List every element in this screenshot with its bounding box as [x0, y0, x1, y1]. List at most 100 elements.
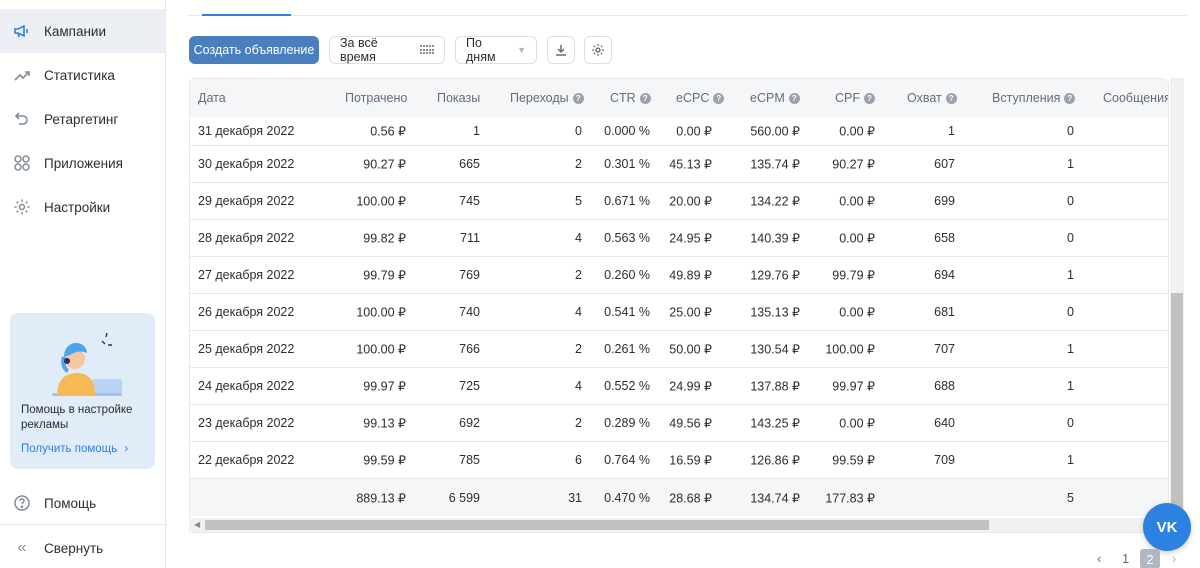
cell-joins: 1 — [1067, 453, 1074, 467]
table-row: 28 декабря 2022 99.82 ₽ 711 4 0.563 % 24.95 ₽… — [190, 220, 1168, 257]
calendar-dots-icon — [420, 45, 434, 55]
horizontal-scrollbar[interactable]: ◀ — [189, 518, 1169, 532]
pagination-prev-button[interactable]: ‹ — [1097, 551, 1101, 566]
cell-joins: 5 — [1067, 490, 1074, 505]
stats-table: Дата Потрачено Показы Переходы? CTR? eCP… — [189, 78, 1169, 533]
sidebar-item-help[interactable]: Помощь — [0, 481, 165, 525]
sidebar-item-retargeting[interactable]: Ретаргетинг — [0, 97, 165, 141]
table-total-row: 889.13 ₽ 6 599 31 0.470 % 28.68 ₽ 134.74 ₽ 177… — [190, 479, 1168, 516]
cell-ctr: 0.764 % — [604, 453, 650, 467]
column-header-label: eCPM — [750, 91, 785, 105]
table-row: 31 декабря 2022 0.56 ₽ 1 0 0.000 % 0.00 ₽ 560.… — [190, 117, 1168, 146]
get-help-link[interactable]: Получить помощь › — [21, 443, 128, 455]
column-header-cpf[interactable]: CPF? — [835, 91, 875, 105]
help-icon[interactable]: ? — [1064, 92, 1076, 104]
horizontal-scrollbar-thumb[interactable] — [205, 520, 989, 530]
column-header-label: eCPC — [676, 91, 710, 105]
table-row: 23 декабря 2022 99.13 ₽ 692 2 0.289 % 49.56 ₽… — [190, 405, 1168, 442]
cell-impressions: 665 — [459, 157, 480, 171]
cell-date: 26 декабря 2022 — [198, 305, 295, 319]
cell-ecpc: 16.59 ₽ — [669, 453, 712, 468]
help-icon[interactable]: ? — [788, 92, 800, 104]
column-header-ctr[interactable]: CTR? — [610, 91, 651, 105]
cell-ecpc: 49.56 ₽ — [669, 416, 712, 431]
cell-spent: 99.82 ₽ — [363, 231, 406, 246]
cell-cpf: 0.00 ₽ — [839, 305, 875, 320]
help-card-title: Помощь в настройке рекламы — [21, 404, 133, 431]
cell-clicks: 0 — [575, 124, 582, 138]
pagination-page-1[interactable]: 1 — [1122, 551, 1129, 566]
pagination-page-2[interactable]: 2 — [1140, 549, 1160, 568]
column-header-ecpm[interactable]: eCPM? — [750, 91, 800, 105]
sidebar-collapse-button[interactable]: « Свернуть — [0, 526, 165, 568]
cell-spent: 889.13 ₽ — [356, 491, 406, 505]
cell-spent: 99.97 ₽ — [363, 379, 406, 394]
column-header-reach[interactable]: Охват? — [907, 91, 957, 105]
table-row: 29 декабря 2022 100.00 ₽ 745 5 0.671 % 20.00 … — [190, 183, 1168, 220]
active-tab-indicator — [202, 14, 291, 16]
cell-impressions: 692 — [459, 416, 480, 430]
sidebar-item-statistics[interactable]: Статистика — [0, 53, 165, 97]
apps-grid-icon — [12, 153, 32, 173]
cell-cpf: 100.00 ₽ — [825, 342, 875, 357]
download-button[interactable] — [547, 36, 575, 64]
sidebar-nav: Кампании Статистика Ретаргетинг Приложен… — [0, 9, 165, 229]
cell-ecpc: 24.99 ₽ — [669, 379, 712, 394]
cell-reach: 699 — [934, 194, 955, 208]
column-header-messages[interactable]: Сообщения — [1103, 91, 1168, 105]
cell-clicks: 2 — [575, 416, 582, 430]
cell-ecpm: 140.39 ₽ — [750, 231, 800, 246]
megaphone-icon — [12, 21, 32, 41]
cell-cpf: 99.97 ₽ — [832, 379, 875, 394]
cell-date: 31 декабря 2022 — [198, 124, 295, 138]
support-illustration-icon — [52, 332, 122, 396]
create-ad-button[interactable]: Создать объявление — [189, 36, 319, 64]
cell-ecpc: 20.00 ₽ — [669, 194, 712, 209]
period-select-label: За всё время — [340, 36, 378, 64]
cell-ctr: 0.289 % — [604, 416, 650, 430]
cell-joins: 0 — [1067, 231, 1074, 245]
column-header-label: Вступления — [992, 91, 1061, 105]
cell-ctr: 0.000 % — [604, 124, 650, 138]
column-header-impressions[interactable]: Показы — [437, 91, 480, 105]
vk-chat-button[interactable]: VK — [1143, 503, 1191, 551]
cell-date: 29 декабря 2022 — [198, 194, 295, 208]
cell-clicks: 2 — [575, 342, 582, 356]
scroll-left-arrow-icon[interactable]: ◀ — [194, 520, 200, 529]
column-header-clicks[interactable]: Переходы? — [510, 91, 584, 105]
table-row: 27 декабря 2022 99.79 ₽ 769 2 0.260 % 49.89 ₽… — [190, 257, 1168, 294]
sidebar-item-campaigns[interactable]: Кампании — [0, 9, 165, 53]
cell-impressions: 740 — [459, 305, 480, 319]
column-header-spent[interactable]: Потрачено — [345, 91, 407, 105]
cell-spent: 99.59 ₽ — [363, 453, 406, 468]
grouping-select[interactable]: По дням ▼ — [455, 36, 537, 64]
column-header-ecpc[interactable]: eCPC? — [676, 91, 725, 105]
cell-cpf: 0.00 ₽ — [839, 416, 875, 431]
help-icon[interactable]: ? — [639, 92, 651, 104]
double-chevron-left-icon: « — [17, 539, 27, 556]
sidebar-item-label: Настройки — [44, 199, 111, 215]
cell-ecpm: 560.00 ₽ — [750, 124, 800, 139]
cell-reach: 707 — [934, 342, 955, 356]
cell-ecpm: 143.25 ₽ — [750, 416, 800, 431]
help-icon[interactable]: ? — [572, 92, 584, 104]
cell-reach: 688 — [934, 379, 955, 393]
vertical-scrollbar[interactable] — [1170, 78, 1184, 518]
vertical-scrollbar-thumb[interactable] — [1171, 293, 1183, 518]
sidebar-item-label: Приложения — [44, 155, 123, 171]
column-header-joins[interactable]: Вступления? — [992, 91, 1076, 105]
period-select[interactable]: За всё время — [329, 36, 445, 64]
cell-spent: 100.00 ₽ — [356, 305, 406, 320]
help-icon[interactable]: ? — [713, 92, 725, 104]
sidebar-item-settings[interactable]: Настройки — [0, 185, 165, 229]
help-icon[interactable]: ? — [864, 92, 875, 104]
cell-ecpm: 134.74 ₽ — [750, 491, 800, 505]
sidebar: Кампании Статистика Ретаргетинг Приложен… — [0, 0, 166, 568]
cell-ecpc: 24.95 ₽ — [669, 231, 712, 246]
sidebar-item-apps[interactable]: Приложения — [0, 141, 165, 185]
table-settings-button[interactable] — [584, 36, 612, 64]
help-icon[interactable]: ? — [945, 92, 957, 104]
cell-ecpc: 28.68 ₽ — [669, 491, 712, 505]
pagination-next-button[interactable]: › — [1172, 551, 1176, 566]
column-header-date[interactable]: Дата — [198, 91, 226, 105]
